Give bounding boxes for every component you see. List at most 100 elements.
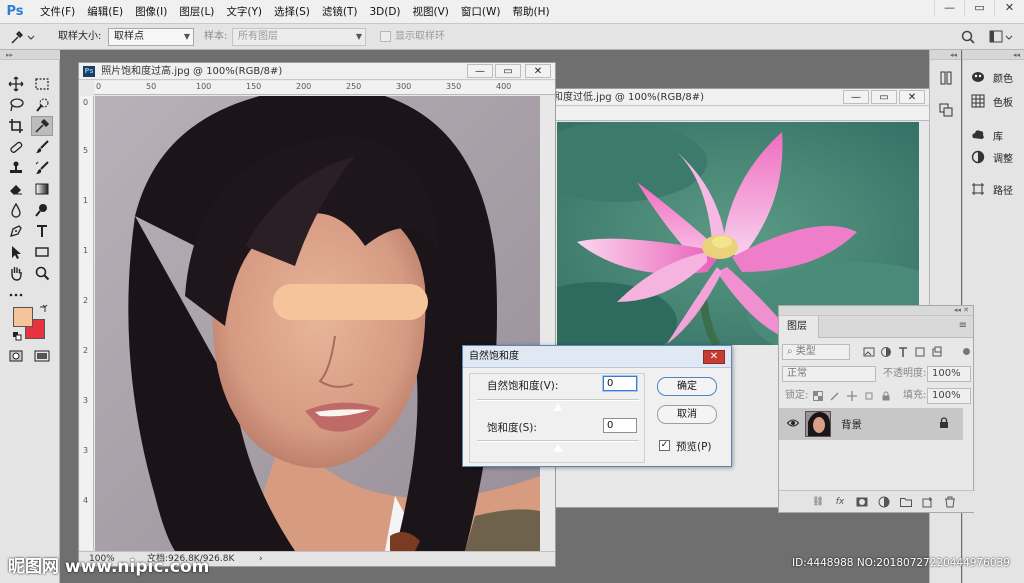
filter-pixel-icon[interactable]	[863, 346, 875, 358]
cancel-button[interactable]: 取消	[657, 405, 717, 424]
blend-mode-select[interactable]: 正常	[782, 366, 876, 382]
clone-stamp-tool-icon[interactable]	[5, 158, 27, 178]
doc-minimize-button[interactable]: —	[843, 90, 869, 104]
healing-brush-tool-icon[interactable]	[5, 137, 27, 157]
filter-kind-select[interactable]: ⌕ 类型	[782, 344, 850, 360]
menu-select[interactable]: 选择(S)	[268, 0, 316, 24]
lasso-tool-icon[interactable]	[5, 95, 27, 115]
panel-grip[interactable]: ▸▸	[0, 50, 60, 60]
menu-help[interactable]: 帮助(H)	[507, 0, 556, 24]
lock-artboard-icon[interactable]	[864, 391, 874, 401]
dialog-close-button[interactable]: ✕	[703, 350, 725, 364]
filter-smart-object-icon[interactable]	[931, 346, 943, 358]
panel-color[interactable]: 颜色	[963, 66, 1024, 88]
new-layer-icon[interactable]	[921, 495, 935, 509]
menu-file[interactable]: 文件(F)	[34, 0, 81, 24]
vibrance-slider-thumb[interactable]	[553, 403, 563, 411]
panel-grip[interactable]: ◂◂ ✕	[779, 306, 973, 316]
saturation-input[interactable]: 0	[603, 418, 637, 433]
screen-mode-icon[interactable]	[31, 346, 53, 366]
lock-transparent-icon[interactable]	[813, 391, 823, 401]
layer-row-background[interactable]: 背景	[779, 408, 963, 440]
show-ring-checkbox[interactable]	[380, 31, 391, 42]
brush-tool-icon[interactable]	[31, 137, 53, 157]
filter-toggle[interactable]	[963, 348, 970, 355]
close-button[interactable]: ✕	[994, 0, 1024, 16]
doc-minimize-button[interactable]: —	[467, 64, 493, 78]
panel-grip[interactable]: ◂◂	[930, 50, 961, 60]
fx-icon[interactable]: fx	[833, 495, 847, 509]
panel-paths[interactable]: 路径	[963, 178, 1024, 200]
tab-layers[interactable]: 图层	[779, 316, 819, 338]
foreground-color-swatch[interactable]	[13, 307, 33, 327]
doc-maximize-button[interactable]: ▭	[871, 90, 897, 104]
saturation-slider-track[interactable]	[477, 440, 639, 442]
search-icon[interactable]	[960, 29, 976, 45]
trash-icon[interactable]	[943, 495, 957, 509]
ok-button[interactable]: 确定	[657, 377, 717, 396]
panel-adjustments[interactable]: 调整	[963, 146, 1024, 168]
fill-input[interactable]: 100%	[927, 388, 971, 404]
type-tool-icon[interactable]	[31, 221, 53, 241]
default-colors-icon[interactable]	[12, 331, 22, 341]
panel-grip[interactable]: ◂◂	[963, 50, 1024, 60]
marquee-tool-icon[interactable]	[31, 74, 53, 94]
layer-comps-panel-icon[interactable]	[936, 100, 956, 120]
vibrance-input[interactable]: 0	[603, 376, 637, 391]
more-tools-icon[interactable]	[5, 284, 27, 304]
dodge-tool-icon[interactable]	[31, 200, 53, 220]
lock-pixels-icon[interactable]	[830, 391, 840, 401]
dialog-title-bar[interactable]: 自然饱和度	[463, 346, 731, 368]
saturation-slider-thumb[interactable]	[553, 444, 563, 452]
group-icon[interactable]	[899, 495, 913, 509]
quick-selection-tool-icon[interactable]	[31, 95, 53, 115]
path-selection-tool-icon[interactable]	[5, 242, 27, 262]
filter-shape-icon[interactable]	[914, 346, 926, 358]
menu-view[interactable]: 视图(V)	[407, 0, 455, 24]
eyedropper-tool-icon[interactable]	[31, 116, 53, 136]
panel-swatches[interactable]: 色板	[963, 90, 1024, 112]
move-tool-icon[interactable]	[5, 74, 27, 94]
menu-edit[interactable]: 编辑(E)	[81, 0, 129, 24]
history-brush-tool-icon[interactable]	[31, 158, 53, 178]
layer-name[interactable]: 背景	[841, 417, 862, 432]
panel-libraries[interactable]: 库	[963, 124, 1024, 146]
preview-checkbox[interactable]: ✓	[659, 440, 670, 451]
quick-mask-icon[interactable]	[5, 346, 27, 366]
sample-size-select[interactable]: 取样点 ▼	[108, 28, 194, 46]
eye-visibility-icon[interactable]	[786, 417, 800, 432]
filter-adjustment-icon[interactable]	[880, 346, 892, 358]
blur-tool-icon[interactable]	[5, 200, 27, 220]
vibrance-slider-track[interactable]	[477, 399, 639, 401]
menu-filter[interactable]: 滤镜(T)	[316, 0, 364, 24]
swap-colors-icon[interactable]	[38, 304, 48, 314]
menu-type[interactable]: 文字(Y)	[220, 0, 268, 24]
panel-menu-icon[interactable]: ≡	[959, 320, 967, 331]
mask-icon[interactable]	[855, 495, 869, 509]
lock-all-icon[interactable]	[881, 391, 891, 401]
chevron-right-icon[interactable]: ›	[259, 552, 263, 566]
adjustment-icon[interactable]	[877, 495, 891, 509]
tool-preset-picker[interactable]	[8, 28, 38, 46]
eraser-tool-icon[interactable]	[5, 179, 27, 199]
lock-position-icon[interactable]	[847, 391, 857, 401]
restore-button[interactable]: ▭	[964, 0, 994, 16]
filter-type-icon[interactable]	[897, 346, 909, 358]
link-icon[interactable]: ⛓	[811, 495, 825, 509]
doc-maximize-button[interactable]: ▭	[495, 64, 521, 78]
menu-window[interactable]: 窗口(W)	[455, 0, 507, 24]
doc-close-button[interactable]: ✕	[899, 90, 925, 104]
minimize-button[interactable]: —	[934, 0, 964, 16]
opacity-input[interactable]: 100%	[927, 366, 971, 382]
sample-select[interactable]: 所有图层 ▼	[232, 28, 366, 46]
crop-tool-icon[interactable]	[5, 116, 27, 136]
hand-tool-icon[interactable]	[5, 263, 27, 283]
menu-3d[interactable]: 3D(D)	[363, 0, 406, 24]
rectangle-tool-icon[interactable]	[31, 242, 53, 262]
doc-close-button[interactable]: ✕	[525, 64, 551, 78]
properties-panel-icon[interactable]	[936, 68, 956, 88]
gradient-tool-icon[interactable]	[31, 179, 53, 199]
menu-image[interactable]: 图像(I)	[129, 0, 173, 24]
pen-tool-icon[interactable]	[5, 221, 27, 241]
menu-layer[interactable]: 图层(L)	[173, 0, 220, 24]
